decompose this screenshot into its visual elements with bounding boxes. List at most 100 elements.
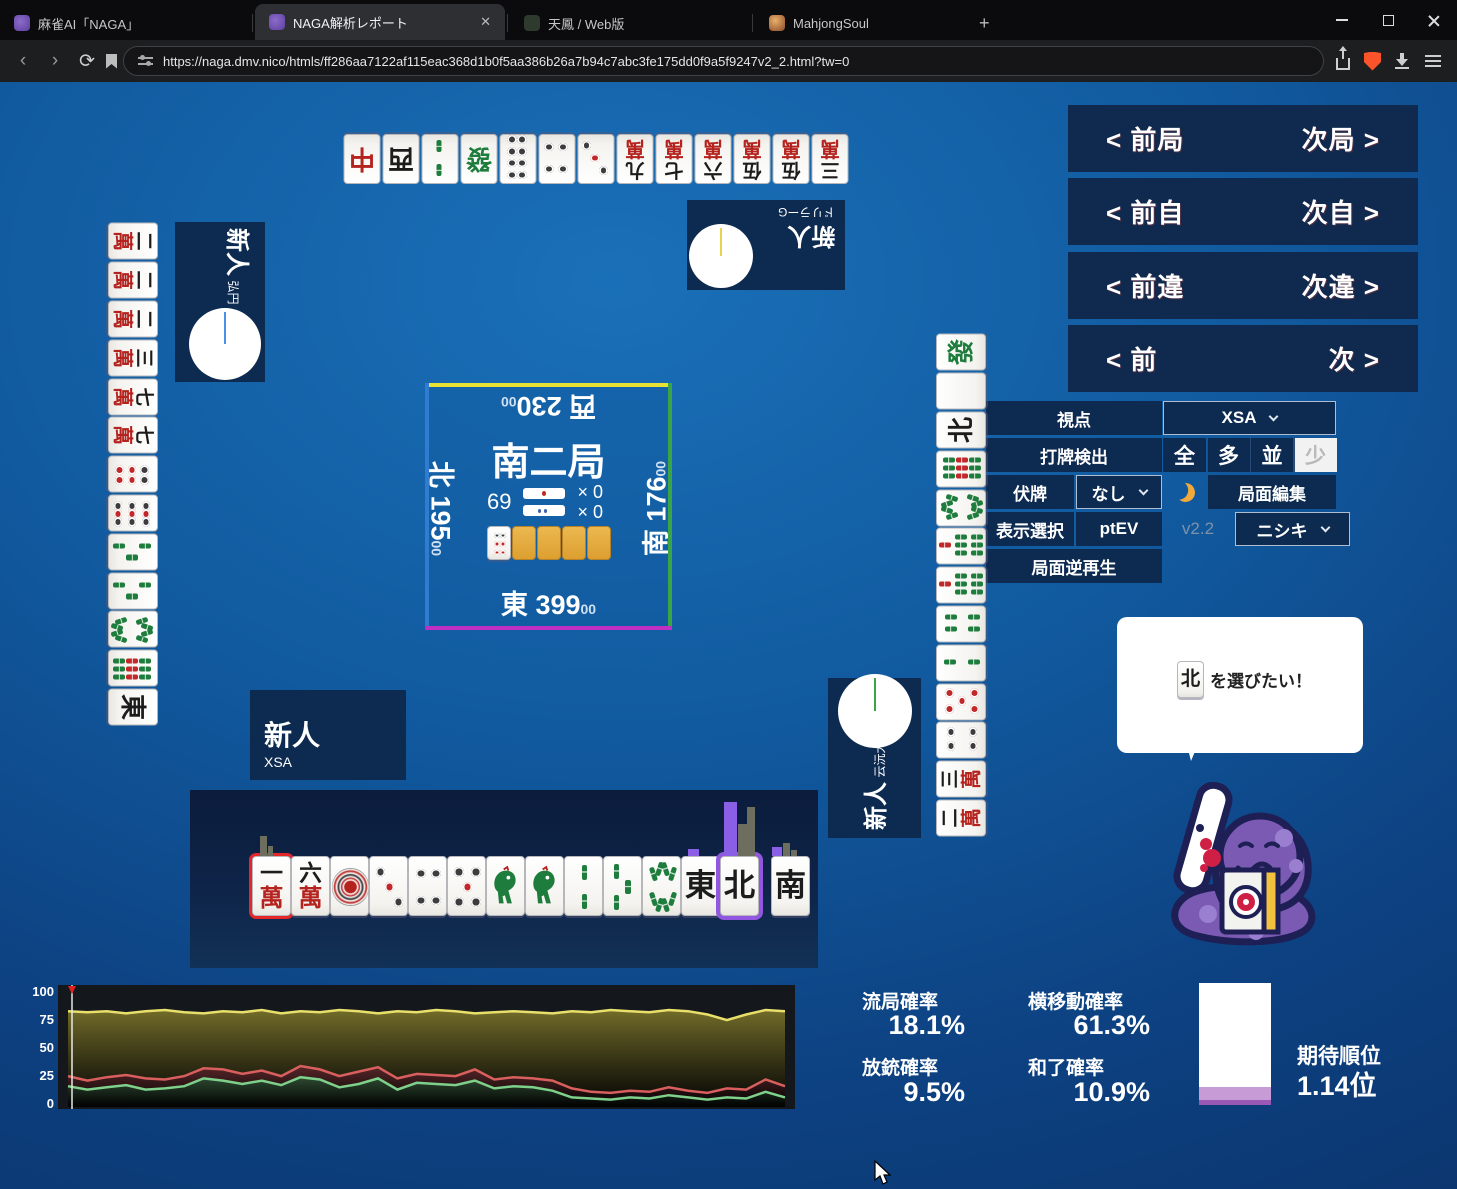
chart-ytick: 75 [39, 1012, 54, 1027]
agari-value: 10.9% [1073, 1077, 1150, 1107]
kyokumen-edit-button[interactable]: 局面編集 [1208, 475, 1336, 509]
discard-cell [936, 488, 986, 527]
nav-next-button-0[interactable]: 次局 > [1302, 120, 1380, 157]
close-button[interactable] [1411, 0, 1457, 40]
discard-cell [108, 494, 158, 533]
probability-chart [58, 985, 795, 1109]
discard-cell: 東 [108, 688, 158, 727]
dahai-option-並[interactable]: 並 [1250, 438, 1293, 472]
version-label: v2.2 [1181, 519, 1215, 538]
mahjong-tile-7m: 七萬 [655, 134, 692, 184]
nav-next-button-1[interactable]: 次自 > [1302, 193, 1380, 230]
nav-prev-button-1[interactable]: < 前自 [1106, 193, 1184, 230]
ptev-button[interactable]: ptEV [1076, 512, 1162, 546]
dora-indicator-row [487, 526, 611, 560]
discard-cell [936, 566, 986, 605]
rank-bar-fill [1199, 1087, 1271, 1100]
nav-row-2: < 前違 次違 > [1068, 251, 1418, 319]
mahjong-tile-N[interactable]: 北 [720, 856, 759, 916]
mahjong-tile-6p [108, 455, 158, 493]
mahjong-tile-6p [487, 526, 511, 560]
fusehai-select[interactable]: なし [1076, 475, 1162, 509]
tab-naga-home[interactable]: 麻雀AI「NAGA」 [0, 6, 250, 40]
discard-cell [108, 610, 158, 649]
ev-bar [738, 824, 747, 856]
tab-tenhou[interactable]: 天鳳 / Web版 [510, 6, 750, 40]
dahai-option-多[interactable]: 多 [1206, 438, 1250, 472]
viewpoint-select[interactable]: XSA [1163, 401, 1336, 435]
player-box-left: 新人 弘円 [175, 222, 265, 382]
mahjong-tile-4p [538, 134, 575, 184]
dahai-option-全[interactable]: 全 [1163, 438, 1206, 472]
ev-bar [724, 802, 737, 856]
mahjong-tile-4p[interactable] [408, 856, 447, 916]
tab-mahjongsoul[interactable]: MahjongSoul [755, 6, 965, 40]
ev-bar [260, 836, 267, 856]
mahjong-tile-E[interactable]: 東 [681, 856, 720, 916]
tab-title: NAGA解析レポート [293, 15, 408, 31]
rank-bar [1199, 983, 1271, 1105]
mahjong-tile-drawn-S[interactable]: 南 [771, 856, 810, 916]
site-settings-icon[interactable] [138, 55, 153, 67]
forward-icon[interactable]: › [42, 50, 68, 72]
nav-next-button-3[interactable]: 次 > [1329, 340, 1380, 377]
mahjong-tile-3m: 三萬 [936, 760, 986, 798]
nav-prev-button-0[interactable]: < 前局 [1106, 120, 1184, 157]
model-select[interactable]: ニシキ [1235, 512, 1350, 546]
new-tab-button[interactable]: + [965, 6, 1005, 40]
chevron-down-icon [1269, 411, 1279, 421]
menu-icon[interactable] [1425, 55, 1441, 67]
player-id: ドリラーG [777, 205, 835, 219]
browser-window: 麻雀AI「NAGA」 NAGA解析レポート ✕ 天鳳 / Web版 Mahjon… [0, 0, 1457, 1189]
naga-mascot [1171, 782, 1316, 946]
mahjong-tile-1s[interactable] [525, 856, 564, 916]
nav-next-button-2[interactable]: 次違 > [1302, 267, 1380, 304]
mahjong-tile-back [587, 526, 611, 560]
discard-cell: 二萬 [108, 300, 158, 339]
discard-cell [537, 133, 576, 185]
reverse-play-button[interactable]: 局面逆再生 [986, 549, 1162, 583]
bookmark-icon[interactable] [106, 53, 117, 69]
minimize-button[interactable] [1319, 0, 1365, 40]
mahjong-tile-5p[interactable] [447, 856, 486, 916]
nav-prev-button-2[interactable]: < 前違 [1106, 267, 1184, 304]
share-icon[interactable] [1336, 46, 1350, 70]
mahjong-tile-3s[interactable] [603, 856, 642, 916]
discard-cell [936, 643, 986, 682]
mahjong-tile-1m[interactable]: 一萬 [252, 856, 291, 916]
mahjong-tile-5m: 伍萬 [733, 134, 770, 184]
reload-icon[interactable]: ⟳ [74, 50, 100, 73]
yokoidou-value: 61.3% [1073, 1010, 1150, 1040]
mahjong-tile-3p[interactable] [369, 856, 408, 916]
maximize-button[interactable] [1365, 0, 1411, 40]
tab-naga-report[interactable]: NAGA解析レポート ✕ [255, 4, 505, 40]
night-mode-button[interactable] [1163, 475, 1207, 509]
mahjong-tile-1p[interactable] [330, 856, 370, 916]
mahjong-tile-4p [936, 721, 986, 759]
tab-strip: 麻雀AI「NAGA」 NAGA解析レポート ✕ 天鳳 / Web版 Mahjon… [0, 0, 1457, 40]
player-box-bottom: 新人 XSA [250, 690, 406, 780]
download-icon[interactable] [1395, 53, 1411, 69]
mahjong-tile-9p [108, 494, 158, 532]
url-bar[interactable]: https://naga.dmv.nico/htmls/ff286aa7122a… [123, 46, 1324, 76]
mahjong-tile-8s [936, 489, 986, 527]
discard-cell: 七萬 [108, 377, 158, 416]
mahjong-tile-6m[interactable]: 六萬 [291, 856, 330, 916]
tab-divider [752, 14, 753, 32]
player-id: 弘円 [226, 280, 240, 305]
back-icon[interactable]: ‹ [10, 50, 36, 72]
bottom-player-edge [425, 626, 672, 630]
viewpoint-label: 視点 [986, 401, 1162, 435]
player-name: 新人 [223, 228, 250, 276]
nav-prev-button-3[interactable]: < 前 [1106, 340, 1157, 377]
ev-bar [772, 847, 782, 856]
mahjong-tile-8s[interactable] [642, 856, 681, 916]
tab-title: 天鳳 / Web版 [548, 16, 625, 32]
tab-close-icon[interactable]: ✕ [480, 14, 491, 30]
mahjong-tile-1s[interactable] [486, 856, 525, 916]
brave-shield-icon[interactable] [1364, 51, 1381, 71]
mahjong-tile-2m: 二萬 [108, 222, 158, 260]
ev-bar [791, 850, 797, 856]
dahai-option-少[interactable]: 少 [1293, 438, 1337, 472]
mahjong-tile-2s[interactable] [564, 856, 603, 916]
